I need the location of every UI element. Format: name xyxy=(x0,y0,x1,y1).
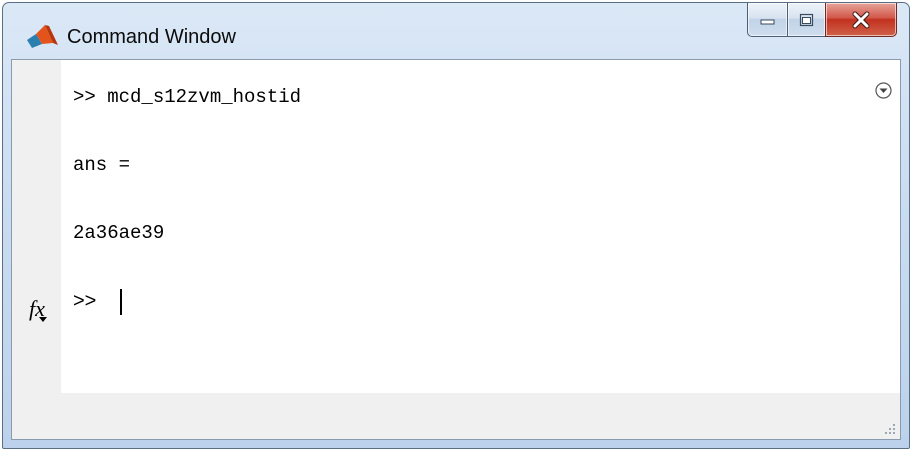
minimize-button[interactable] xyxy=(747,3,787,37)
caption-buttons xyxy=(747,3,897,39)
close-icon xyxy=(852,11,870,28)
command-window-content[interactable]: fx >> mcd_s12zvm_hostid ans = 2a36ae39 >… xyxy=(11,59,901,440)
title-bar[interactable]: Command Window xyxy=(3,3,909,59)
fx-dropdown-arrow-icon xyxy=(39,317,47,322)
maximize-button[interactable] xyxy=(787,3,825,37)
window-title: Command Window xyxy=(67,26,236,48)
text-cursor xyxy=(120,289,122,315)
gutter: fx xyxy=(12,60,61,439)
maximize-icon xyxy=(799,13,813,26)
resize-grip-icon[interactable] xyxy=(882,421,896,435)
console-line-command: >> mcd_s12zvm_hostid xyxy=(73,86,302,108)
close-button[interactable] xyxy=(825,3,897,37)
console-line-value: 2a36ae39 xyxy=(73,222,165,244)
chevron-down-circle-icon[interactable] xyxy=(875,82,892,99)
matlab-logo-icon xyxy=(27,25,58,48)
fx-icon[interactable]: fx xyxy=(29,296,55,326)
bottom-strip xyxy=(61,393,900,439)
minimize-icon xyxy=(760,19,774,24)
console-output[interactable]: >> mcd_s12zvm_hostid ans = 2a36ae39 >> xyxy=(61,60,900,393)
console-line-ans: ans = xyxy=(73,154,131,176)
console-prompt: >> xyxy=(73,290,97,312)
command-window: Command Window fx >> mcd_s12zvm_hostid a… xyxy=(2,2,910,449)
